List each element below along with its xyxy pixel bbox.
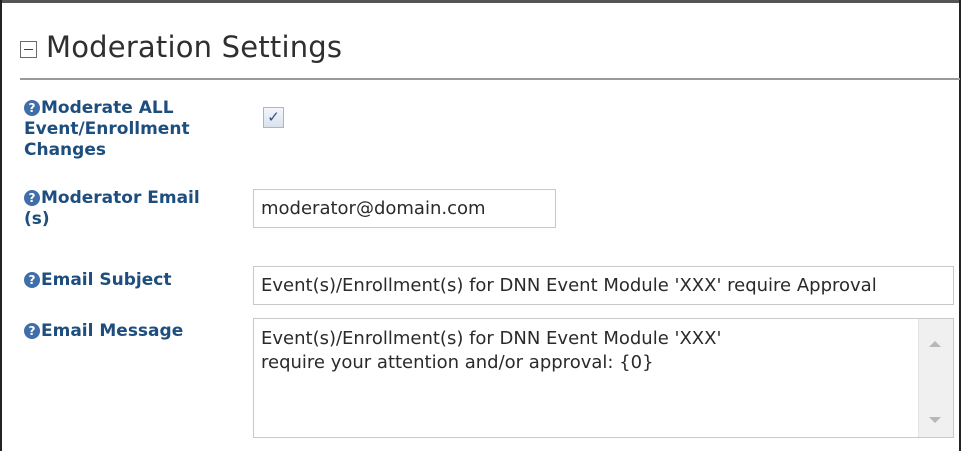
textarea-scrollbar[interactable] bbox=[918, 319, 953, 437]
section-divider bbox=[20, 78, 960, 80]
email-message-textarea[interactable]: Event(s)/Enrollment(s) for DNN Event Mod… bbox=[253, 318, 954, 438]
email-subject-input[interactable] bbox=[253, 266, 954, 305]
help-circle-icon[interactable]: ? bbox=[24, 323, 40, 339]
minus-box-icon[interactable] bbox=[20, 40, 37, 58]
help-circle-icon[interactable]: ? bbox=[24, 190, 40, 206]
moderator-email-label: ? Moderator Email (s) bbox=[24, 188, 200, 230]
scroll-down-arrow-icon[interactable] bbox=[929, 417, 941, 423]
moderator-email-label-line1: Moderator Email bbox=[41, 188, 200, 208]
email-message-label-text: Email Message bbox=[41, 321, 184, 341]
moderate-all-label: ? Moderate ALL Event/Enrollment Changes bbox=[24, 98, 190, 161]
email-message-text[interactable]: Event(s)/Enrollment(s) for DNN Event Mod… bbox=[261, 327, 901, 375]
moderate-all-label-line2: Event/Enrollment bbox=[24, 119, 190, 139]
help-circle-icon[interactable]: ? bbox=[24, 100, 40, 116]
checkmark-icon: ✓ bbox=[267, 108, 280, 126]
scroll-up-arrow-icon[interactable] bbox=[929, 341, 941, 347]
email-subject-label-text: Email Subject bbox=[41, 270, 172, 290]
moderator-email-input[interactable] bbox=[253, 189, 556, 228]
window-top-border bbox=[0, 0, 961, 3]
help-circle-icon[interactable]: ? bbox=[24, 272, 40, 288]
window-left-border bbox=[0, 0, 2, 451]
moderate-all-label-line3: Changes bbox=[24, 140, 106, 160]
moderate-all-checkbox[interactable]: ✓ bbox=[263, 107, 284, 128]
email-message-label: ? Email Message bbox=[24, 321, 183, 342]
moderator-email-label-line2: (s) bbox=[24, 209, 50, 229]
section-title: Moderation Settings bbox=[46, 30, 343, 64]
moderate-all-label-line1: Moderate ALL bbox=[41, 98, 174, 118]
email-subject-label: ? Email Subject bbox=[24, 270, 171, 291]
section-header[interactable]: Moderation Settings bbox=[20, 22, 342, 72]
